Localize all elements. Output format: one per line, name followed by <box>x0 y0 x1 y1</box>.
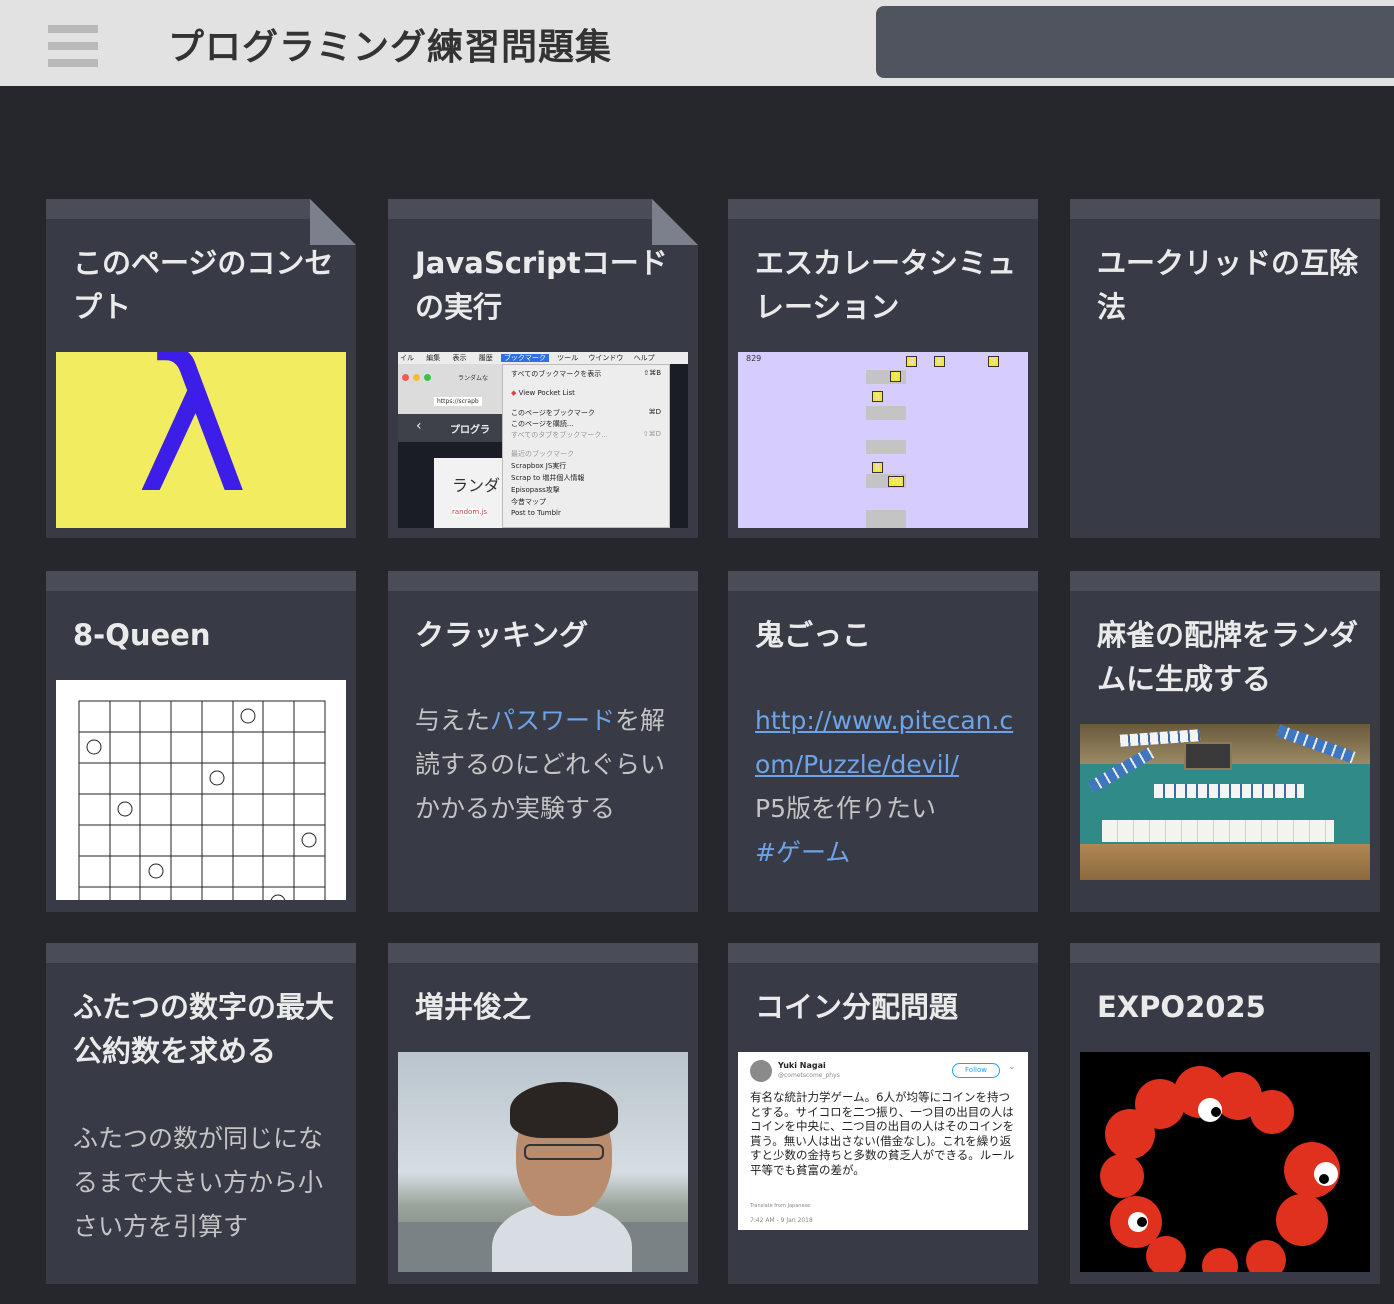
card-thumbnail: Yuki Nagai @cometscome_phys Follow ⌄ 有名な… <box>738 1052 1028 1230</box>
card-thumbnail: 829 4 6 3 7 5 8 10 <box>738 352 1028 528</box>
card-band <box>1070 943 1380 963</box>
browser-chrome: ランダムな https://scrapb <box>398 364 508 414</box>
page-card-js-exec[interactable]: JavaScriptコードの実行 イル 編集 表示 履歴 ブックマーク ツール … <box>388 199 698 538</box>
card-thumbnail: イル 編集 表示 履歴 ブックマーク ツール ウインドウ ヘルプ ランダムな h… <box>398 352 688 528</box>
hand-tiles <box>1102 820 1334 842</box>
follow-button[interactable]: Follow <box>952 1063 1000 1078</box>
page-card-cracking[interactable]: クラッキング 与えたパスワードを解読するのにどれぐらいかかるか実験する <box>388 571 698 912</box>
card-band <box>1070 571 1380 591</box>
card-description: 与えたパスワードを解読するのにどれぐらいかかるか実験する <box>415 706 666 823</box>
card-title: コイン分配問題 <box>755 990 959 1024</box>
card-band <box>388 571 698 591</box>
card-band <box>728 943 1038 963</box>
page-header: プログラ ‹ <box>398 414 508 442</box>
card-title: EXPO2025 <box>1097 990 1266 1024</box>
page-card-coin[interactable]: コイン分配問題 Yuki Nagai @cometscome_phys Foll… <box>728 943 1038 1284</box>
search-box[interactable] <box>876 6 1394 78</box>
person-marker: 8 <box>872 462 884 473</box>
card-band <box>46 571 356 591</box>
page-card-euclid[interactable]: ユークリッドの互除法 <box>1070 199 1380 538</box>
pocket-icon: ◆ <box>511 389 517 397</box>
person-marker: 4 <box>906 356 918 367</box>
card-thumbnail: λ <box>56 352 346 528</box>
lambda-icon: λ <box>136 352 249 528</box>
queen-board <box>78 700 326 900</box>
card-band <box>388 943 698 963</box>
card-title: ふたつの数字の最大公約数を求める <box>73 990 335 1068</box>
menu-bar: イル 編集 表示 履歴 ブックマーク ツール ウインドウ ヘルプ <box>398 352 688 364</box>
card-title: 増井俊之 <box>415 990 532 1024</box>
card-description: http://www.pitecan.com/Puzzle/devil/ P5版… <box>755 699 1017 875</box>
page-card-escalator[interactable]: エスカレータシミュレーション 829 4 6 3 7 5 8 10 <box>728 199 1038 538</box>
back-icon: ‹ <box>416 418 422 434</box>
person-marker: 5 <box>872 391 884 402</box>
page-card-concept[interactable]: このページのコンセプト λ <box>46 199 356 538</box>
chevron-down-icon[interactable]: ⌄ <box>1008 1062 1016 1072</box>
page-card-8queen[interactable]: 8-Queen <box>46 571 356 912</box>
escalator-step <box>866 406 906 420</box>
hashtag-link[interactable]: #ゲーム <box>755 831 1017 875</box>
card-thumbnail <box>1080 1052 1370 1272</box>
page-card-masui[interactable]: 増井俊之 <box>388 943 698 1284</box>
bookmark-dropdown: すべてのブックマークを表示 ⇧⌘B ◆ View Pocket List このペ… <box>502 364 670 528</box>
escalator-step <box>866 510 906 528</box>
card-title: ユークリッドの互除法 <box>1097 246 1359 324</box>
expo-logo <box>1100 1066 1340 1272</box>
page-body: ランダ random.js <box>434 458 508 528</box>
card-title: 鬼ごっこ <box>755 618 872 652</box>
page-card-mahjong[interactable]: 麻雀の配牌をランダムに生成する <box>1070 571 1380 912</box>
card-title: エスカレータシミュレーション <box>755 246 1017 324</box>
escalator-step <box>866 440 906 454</box>
card-thumbnail <box>1080 724 1370 880</box>
hamburger-icon[interactable] <box>44 22 102 70</box>
page-card-onigokko[interactable]: 鬼ごっこ http://www.pitecan.com/Puzzle/devil… <box>728 571 1038 912</box>
card-description: ふたつの数が同じになるまで大きい方から小さい方を引算す <box>73 1124 324 1241</box>
traffic-light-icon <box>424 374 431 381</box>
person-marker: 3 <box>988 356 1000 367</box>
top-bar: プログラミング練習問題集 <box>0 0 1394 86</box>
person-marker: 6 <box>934 356 946 367</box>
avatar <box>750 1060 772 1082</box>
person-marker: 10 <box>888 476 905 487</box>
search-input[interactable] <box>876 6 1394 78</box>
card-thumbnail <box>56 680 346 900</box>
traffic-light-icon <box>402 374 409 381</box>
page-card-gcd[interactable]: ふたつの数字の最大公約数を求める ふたつの数が同じになるまで大きい方から小さい方… <box>46 943 356 1284</box>
card-band <box>1070 199 1380 219</box>
traffic-light-icon <box>413 374 420 381</box>
dice-tray <box>1184 742 1232 770</box>
tile-row <box>1154 784 1304 798</box>
card-thumbnail <box>398 1052 688 1272</box>
card-title: JavaScriptコードの実行 <box>415 246 668 324</box>
person-marker: 7 <box>890 371 902 382</box>
card-title: クラッキング <box>415 618 589 652</box>
card-band <box>46 943 356 963</box>
page-card-expo2025[interactable]: EXPO2025 <box>1070 943 1380 1284</box>
card-title: 8-Queen <box>73 618 211 652</box>
card-band <box>728 199 1038 219</box>
card-band <box>728 571 1038 591</box>
external-url-link[interactable]: http://www.pitecan.com/Puzzle/devil/ <box>755 699 1017 787</box>
password-link[interactable]: パスワード <box>490 706 615 735</box>
card-title: 麻雀の配牌をランダムに生成する <box>1097 618 1359 696</box>
project-title[interactable]: プログラミング練習問題集 <box>168 18 612 70</box>
card-title: このページのコンセプト <box>73 246 334 324</box>
tweet-text: 有名な統計力学ゲーム。6人が均等にコインを持つとする。サイコロを二つ振り、一つ目… <box>750 1090 1015 1177</box>
